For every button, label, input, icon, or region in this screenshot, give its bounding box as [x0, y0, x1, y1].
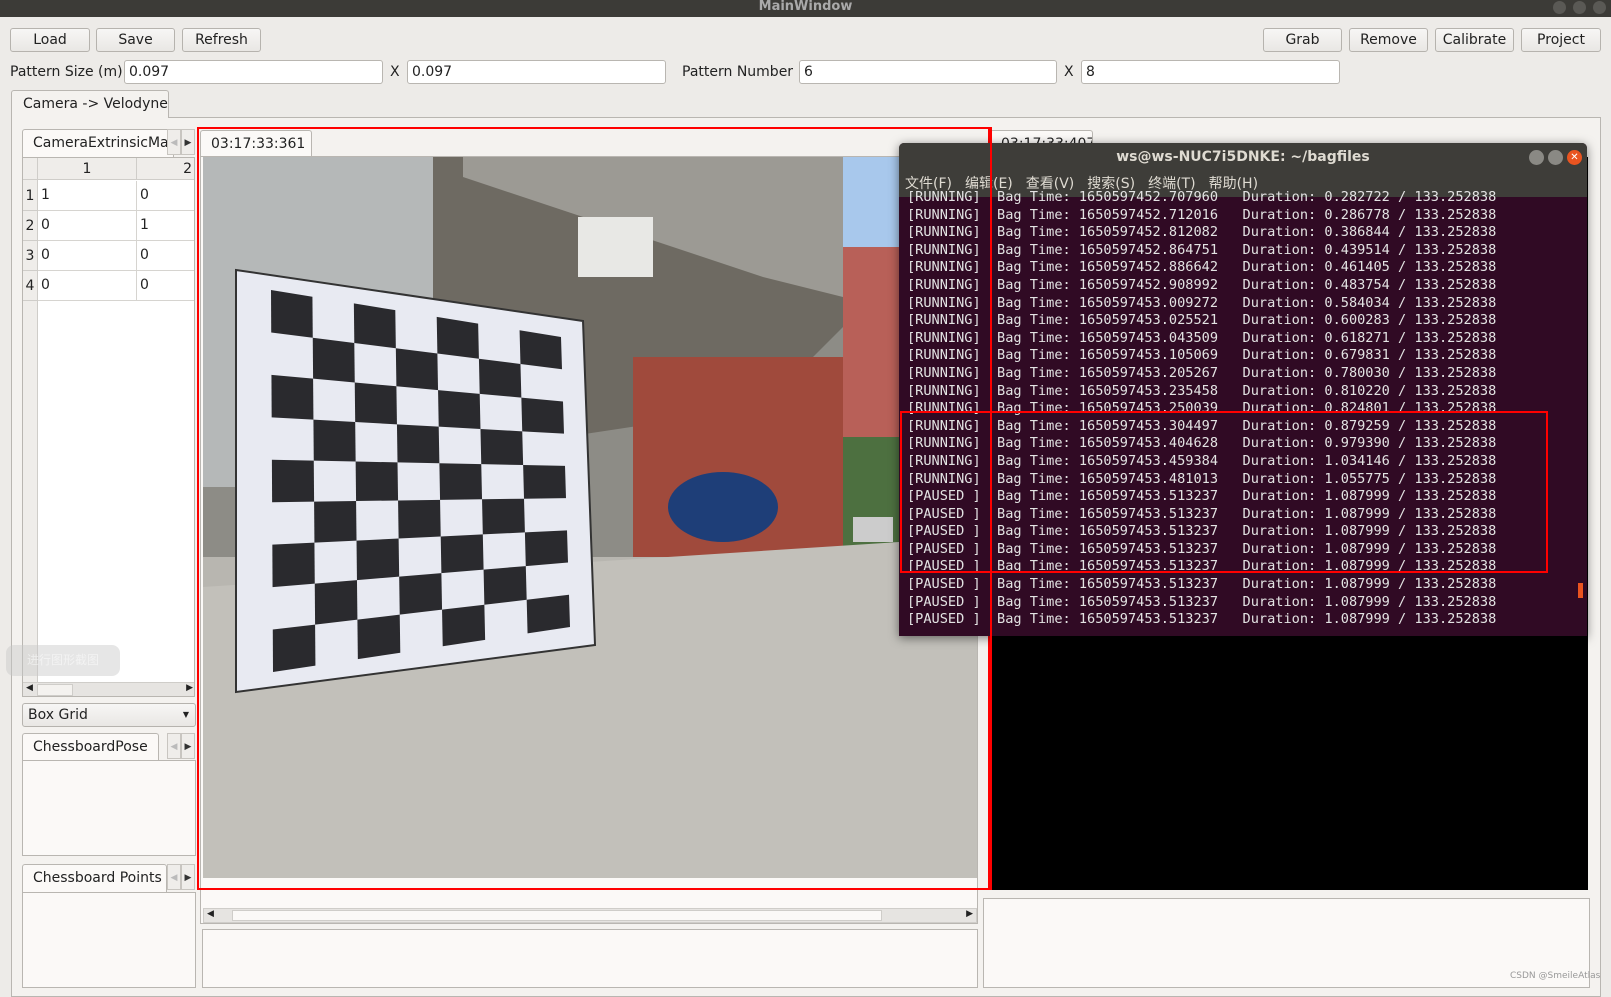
chevron-down-icon: ▼	[182, 710, 189, 719]
row-header[interactable]: 1	[23, 181, 38, 211]
refresh-button[interactable]: Refresh	[182, 28, 261, 52]
terminal-line: [PAUSED ] Bag Time: 1650597453.513237 Du…	[907, 611, 1497, 628]
terminal-line: [RUNNING] Bag Time: 1650597452.812082 Du…	[907, 224, 1497, 241]
table-cell[interactable]: 0	[38, 211, 137, 241]
table-cell[interactable]: 1	[38, 181, 137, 211]
pattern-size-label: Pattern Size (m)	[10, 64, 123, 80]
terminal-line: [RUNNING] Bag Time: 1650597453.043509 Du…	[907, 329, 1497, 346]
tab-chessboard-pose[interactable]: ChessboardPose	[22, 733, 159, 761]
pattern-size-x-input[interactable]: 0.097	[124, 60, 383, 84]
project-button[interactable]: Project	[1521, 28, 1601, 52]
scrollbar-thumb[interactable]	[37, 684, 73, 696]
window-title-bar: MainWindow	[0, 0, 1611, 17]
pattern-number-x-input[interactable]: 6	[799, 60, 1057, 84]
remove-button[interactable]: Remove	[1349, 28, 1428, 52]
terminal-close-icon[interactable]: ✕	[1567, 150, 1582, 165]
terminal-minimize-icon[interactable]	[1529, 150, 1544, 165]
extrinsic-table: 1 2 1 1 02 0 13 0 04 0 0 ◀ ▶	[22, 157, 195, 697]
tab-scroll-right-icon[interactable]: ▶	[181, 864, 195, 890]
terminal-line: [RUNNING] Bag Time: 1650597453.025521 Du…	[907, 312, 1497, 329]
row-header[interactable]: 2	[23, 211, 38, 241]
table-cell[interactable]: 0	[137, 271, 194, 301]
tab-scroll-left-icon[interactable]: ◀	[167, 733, 181, 759]
terminal-title: ws@ws-NUC7i5DNKE: ~/bagfiles	[1116, 149, 1370, 165]
tab-camera-extrinsic-mat[interactable]: CameraExtrinsicMat	[22, 129, 174, 157]
load-button[interactable]: Load	[10, 28, 90, 52]
tab-scroll-right-icon[interactable]: ▶	[181, 129, 195, 155]
terminal-highlight-box	[900, 411, 1548, 573]
calibrate-button[interactable]: Calibrate	[1435, 28, 1514, 52]
terminal-line: [RUNNING] Bag Time: 1650597453.205267 Du…	[907, 364, 1497, 381]
close-icon[interactable]	[1593, 1, 1606, 14]
grid-type-select[interactable]: Box Grid ▼	[22, 703, 196, 727]
save-button[interactable]: Save	[96, 28, 175, 52]
terminal-line: [RUNNING] Bag Time: 1650597452.886642 Du…	[907, 259, 1497, 276]
table-cell[interactable]: 0	[38, 241, 137, 271]
minimize-icon[interactable]	[1553, 1, 1566, 14]
terminal-line: [PAUSED ] Bag Time: 1650597453.513237 Du…	[907, 576, 1497, 593]
chessboard-points-panel	[22, 892, 196, 988]
terminal-line: [RUNNING] Bag Time: 1650597452.712016 Du…	[907, 206, 1497, 223]
grab-button[interactable]: Grab	[1263, 28, 1342, 52]
pattern-number-label: Pattern Number	[682, 64, 794, 80]
table-cell[interactable]: 0	[137, 241, 194, 271]
scrollbar-thumb[interactable]	[232, 910, 882, 921]
grid-type-value: Box Grid	[28, 707, 88, 723]
table-cell[interactable]: 1	[137, 211, 194, 241]
terminal-line: [PAUSED ] Bag Time: 1650597453.513237 Du…	[907, 593, 1497, 610]
pattern-number-y-input[interactable]: 8	[1081, 60, 1340, 84]
horizontal-scrollbar[interactable]: ◀ ▶	[203, 908, 977, 923]
screenshot-tooltip: 进行图形截图	[6, 645, 120, 676]
tab-scroll-left-icon[interactable]: ◀	[167, 864, 181, 890]
image-info-box	[202, 929, 978, 988]
terminal-line: [RUNNING] Bag Time: 1650597453.105069 Du…	[907, 347, 1497, 364]
tab-camera-velodyne[interactable]: Camera -> Velodyne	[11, 90, 169, 118]
x-separator: X	[390, 64, 400, 80]
column-header[interactable]: 2	[137, 158, 194, 180]
scroll-left-icon[interactable]: ◀	[207, 909, 214, 919]
window-title: MainWindow	[758, 0, 853, 14]
column-header[interactable]: 1	[38, 158, 137, 180]
chessboard-pose-panel	[22, 760, 196, 856]
scroll-right-icon[interactable]: ▶	[966, 909, 973, 919]
tab-scroll-right-icon[interactable]: ▶	[181, 733, 195, 759]
scroll-right-icon[interactable]: ▶	[186, 683, 193, 693]
table-cell[interactable]: 0	[38, 271, 137, 301]
terminal-line: [RUNNING] Bag Time: 1650597452.908992 Du…	[907, 276, 1497, 293]
table-cell[interactable]: 0	[137, 181, 194, 211]
watermark: CSDN @SmeileAtlas	[1510, 971, 1601, 981]
tab-chessboard-points[interactable]: Chessboard Points	[22, 864, 167, 892]
terminal-maximize-icon[interactable]	[1548, 150, 1563, 165]
x-separator: X	[1064, 64, 1074, 80]
scroll-left-icon[interactable]: ◀	[26, 683, 33, 693]
maximize-icon[interactable]	[1573, 1, 1586, 14]
terminal-line: [RUNNING] Bag Time: 1650597453.235458 Du…	[907, 382, 1497, 399]
tab-scroll-left-icon[interactable]: ◀	[167, 129, 181, 155]
terminal-title-bar: ws@ws-NUC7i5DNKE: ~/bagfiles	[899, 143, 1587, 171]
row-header[interactable]: 4	[23, 271, 38, 301]
cloud-info-box	[983, 898, 1590, 988]
pattern-size-y-input[interactable]: 0.097	[407, 60, 666, 84]
row-header[interactable]: 3	[23, 241, 38, 271]
terminal-line: [RUNNING] Bag Time: 1650597453.009272 Du…	[907, 294, 1497, 311]
terminal-line: [RUNNING] Bag Time: 1650597452.864751 Du…	[907, 241, 1497, 258]
terminal-scrollbar-thumb[interactable]	[1578, 583, 1583, 598]
horizontal-scrollbar[interactable]: ◀ ▶	[23, 682, 194, 696]
highlight-box	[197, 127, 990, 890]
